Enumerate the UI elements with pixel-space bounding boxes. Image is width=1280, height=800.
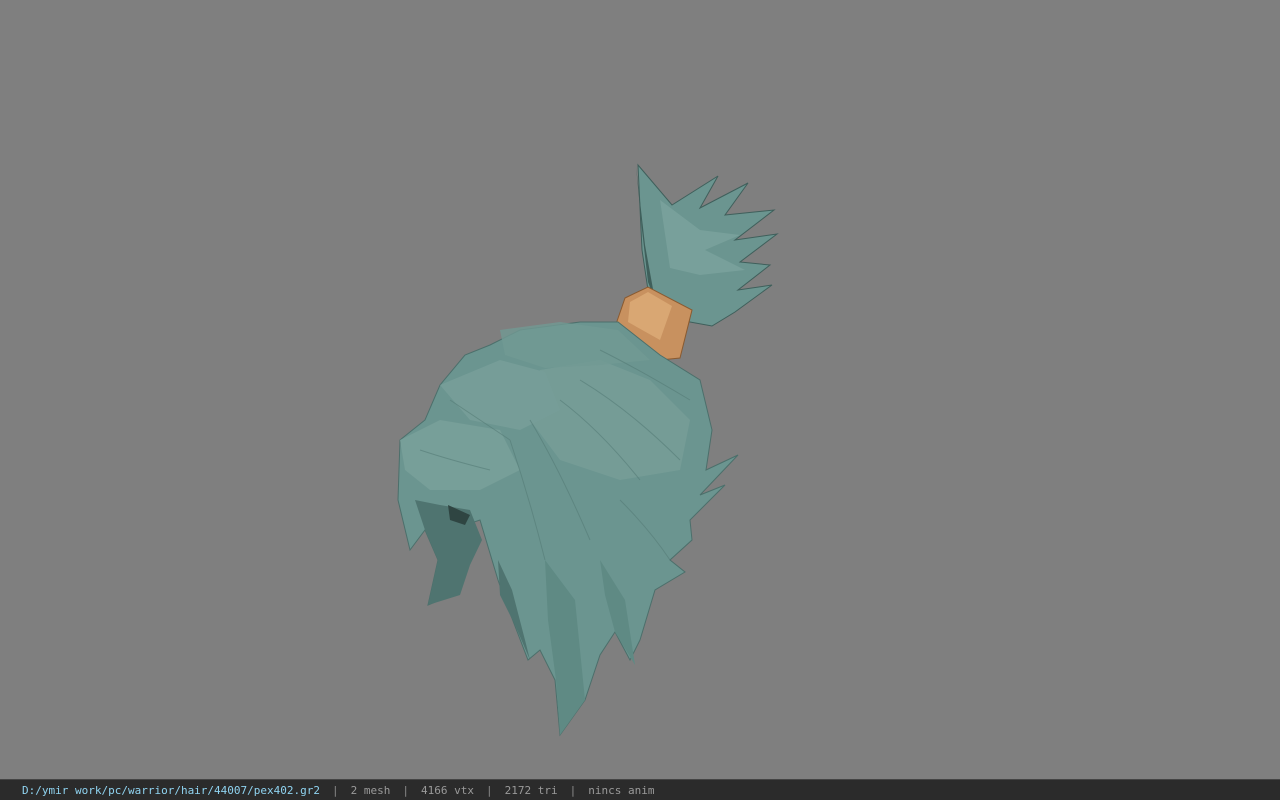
status-separator: | (332, 783, 339, 797)
3d-viewport[interactable] (0, 0, 1280, 779)
mesh-count: 2 mesh (350, 783, 391, 797)
status-bar: D:/ymir work/pc/warrior/hair/44007/pex40… (0, 779, 1280, 800)
vertex-count: 4166 vtx (421, 783, 474, 797)
hair-model-render[interactable] (0, 0, 1280, 779)
hair-underside-left (415, 500, 482, 605)
status-separator: | (569, 783, 577, 797)
hair-model (397, 163, 779, 737)
status-separator: | (486, 783, 493, 797)
status-separator: | (402, 783, 410, 797)
animation-status: nincs anim (588, 783, 655, 797)
file-path: D:/ymir work/pc/warrior/hair/44007/pex40… (22, 783, 321, 797)
triangle-count: 2172 tri (504, 783, 558, 797)
